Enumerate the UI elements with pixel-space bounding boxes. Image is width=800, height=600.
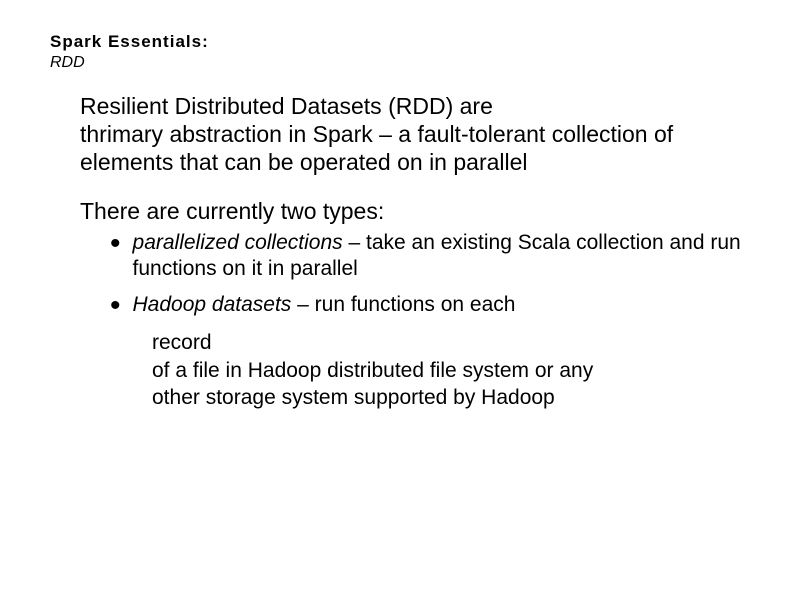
bullet-icon: • <box>110 230 121 257</box>
bullet-term: Hadoop datasets <box>133 293 292 316</box>
bullet-continuation: recordof a file in Hadoop distributed fi… <box>110 329 750 411</box>
intro-paragraph: Resilient Distributed Datasets (RDD) are… <box>80 92 750 176</box>
bullet-text: parallelized collections – take an exist… <box>133 230 750 283</box>
list-item: • parallelized collections – take an exi… <box>110 230 750 283</box>
types-heading: There are currently two types: <box>80 198 750 226</box>
bullet-desc: – run functions on each <box>291 293 515 316</box>
list-item: • Hadoop datasets – run functions on eac… <box>110 292 750 319</box>
bullet-text: Hadoop datasets – run functions on each <box>133 292 516 318</box>
bullet-term: parallelized collections <box>133 231 343 254</box>
bullet-list: • parallelized collections – take an exi… <box>80 230 750 411</box>
header-subtitle: RDD <box>50 54 750 72</box>
header-title: Spark Essentials: <box>50 32 750 52</box>
slide-body: Resilient Distributed Datasets (RDD) are… <box>50 92 750 411</box>
slide: Spark Essentials: RDD Resilient Distribu… <box>0 0 800 411</box>
intro-line1: Resilient Distributed Datasets (RDD) are <box>80 92 750 120</box>
bullet-icon: • <box>110 292 121 319</box>
intro-line2: thrimary abstraction in Spark – a fault-… <box>80 120 750 176</box>
